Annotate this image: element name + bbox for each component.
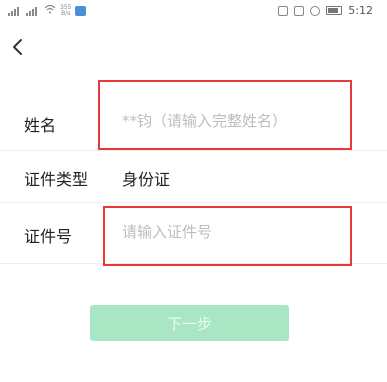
name-label: 姓名 [24, 116, 57, 135]
status-bar: 355 B/s 5:12 [0, 0, 387, 24]
network-speed: 355 B/s [60, 3, 72, 17]
name-input-highlight [98, 80, 352, 150]
id-type-row[interactable]: 证件类型 身份证 [0, 150, 387, 202]
id-type-label: 证件类型 [24, 170, 89, 189]
id-number-label: 证件号 [24, 227, 73, 246]
next-step-button[interactable]: 下一步 [90, 305, 289, 341]
wifi-icon [44, 4, 56, 17]
id-number-input-highlight [103, 206, 352, 266]
signal-icon [8, 6, 22, 16]
vibrate-icon [294, 5, 305, 16]
battery-icon [326, 6, 343, 15]
message-icon [75, 5, 87, 16]
alarm-icon [310, 5, 321, 16]
id-type-value: 身份证 [122, 170, 171, 189]
status-time: 5:12 [348, 4, 373, 17]
signal-icon [26, 6, 40, 16]
chevron-left-icon [13, 39, 22, 55]
divider [0, 202, 387, 203]
nfc-icon [278, 5, 289, 16]
back-button[interactable] [6, 36, 28, 58]
